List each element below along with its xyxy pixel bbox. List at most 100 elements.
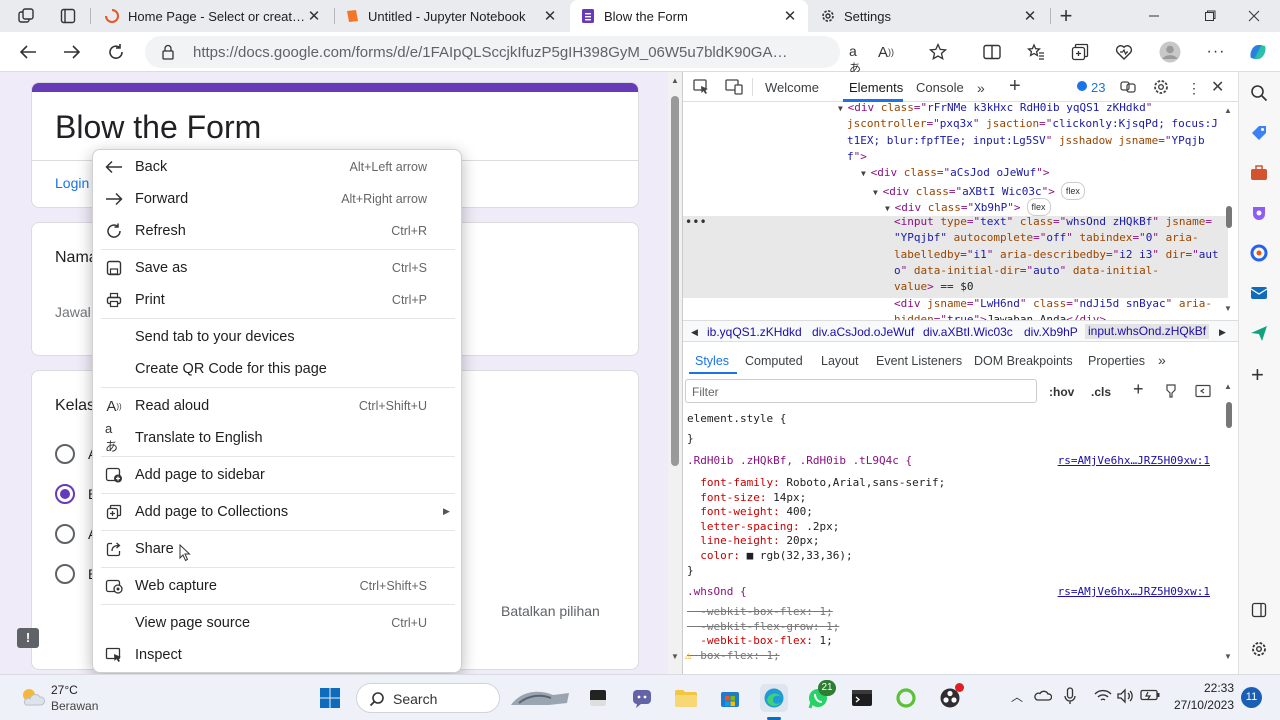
- url-text[interactable]: https://docs.google.com/forms/d/e/1FAIpQ…: [193, 44, 793, 61]
- expand-arrow-icon[interactable]: ▼: [885, 204, 895, 213]
- menu-item-send-tab[interactable]: Send tab to your devices: [93, 322, 463, 352]
- dom-node-line[interactable]: "YPqjbf" autocomplete="off" tabindex="0"…: [894, 230, 1199, 246]
- clock-date[interactable]: 27/10/2023: [1162, 698, 1234, 712]
- maximize-button[interactable]: [1196, 2, 1224, 30]
- css-line[interactable]: -webkit-box-flex: 1;: [687, 605, 832, 620]
- back-button[interactable]: [14, 38, 42, 66]
- menu-item-view-source[interactable]: View page source Ctrl+U: [93, 608, 463, 638]
- css-line[interactable]: }: [687, 432, 694, 447]
- menu-item-read-aloud[interactable]: A)) Read aloud Ctrl+Shift+U: [93, 391, 463, 421]
- shopping-tag-icon[interactable]: [1250, 124, 1268, 142]
- teams-chat-icon[interactable]: [628, 684, 656, 712]
- tab-elements[interactable]: Elements: [849, 80, 903, 95]
- css-line[interactable]: letter-spacing: .2px;: [687, 520, 839, 535]
- expand-arrow-icon[interactable]: ▼: [838, 104, 848, 113]
- close-icon[interactable]: ✕: [782, 7, 798, 25]
- dom-node-line[interactable]: labelledby="i1" aria-describedby="i2 i3"…: [894, 247, 1219, 263]
- node-ellipsis-icon[interactable]: •••: [685, 214, 707, 230]
- menu-item-web-capture[interactable]: Web capture Ctrl+Shift+S: [93, 571, 463, 601]
- menu-item-save-as[interactable]: Save as Ctrl+S: [93, 253, 463, 283]
- minimize-button[interactable]: [1140, 2, 1168, 30]
- tab-computed[interactable]: Computed: [745, 354, 803, 368]
- lock-icon[interactable]: [161, 44, 175, 60]
- clock-time[interactable]: 22:33: [1174, 681, 1234, 695]
- menu-item-qr-code[interactable]: Create QR Code for this page: [93, 354, 463, 384]
- tab-welcome[interactable]: Welcome: [765, 80, 819, 95]
- wifi-icon[interactable]: [1094, 689, 1112, 703]
- tools-icon[interactable]: [1250, 164, 1268, 182]
- radio-option[interactable]: [55, 564, 75, 584]
- outlook-icon[interactable]: [1250, 284, 1268, 302]
- workspaces-icon[interactable]: [12, 2, 40, 30]
- notification-count[interactable]: 11: [1241, 687, 1262, 708]
- css-line[interactable]: color: ■ rgb(32,33,36);: [687, 549, 852, 564]
- menu-item-add-to-collections[interactable]: Add page to Collections ▶: [93, 497, 463, 527]
- microsoft-365-icon[interactable]: [1250, 244, 1268, 262]
- css-line[interactable]: box-flex: 1;: [687, 649, 780, 664]
- sidebar-settings-icon[interactable]: [1250, 640, 1268, 658]
- element-state-icon[interactable]: [1165, 384, 1177, 398]
- inspect-element-icon[interactable]: [693, 79, 709, 95]
- dom-node-line[interactable]: <div jsname="LwH6nd" class="ndJi5d snBya…: [894, 296, 1212, 312]
- dom-node-line[interactable]: f">: [847, 149, 867, 165]
- login-link[interactable]: Login: [55, 175, 89, 191]
- css-line[interactable]: font-weight: 400;: [687, 505, 813, 520]
- device-emulation-icon[interactable]: [725, 79, 743, 95]
- tab-home-page[interactable]: Home Page - Select or create a n ✕: [94, 0, 332, 32]
- tab-settings[interactable]: Settings ✕: [810, 0, 1048, 32]
- menu-item-inspect[interactable]: Inspect: [93, 640, 463, 670]
- clear-selection-button[interactable]: Batalkan pilihan: [501, 603, 600, 619]
- menu-item-back[interactable]: Back Alt+Left arrow: [93, 152, 463, 182]
- close-icon[interactable]: ✕: [1022, 7, 1038, 25]
- devtools-settings-icon[interactable]: [1152, 78, 1170, 96]
- taskbar-search[interactable]: Search: [356, 683, 500, 713]
- tab-properties[interactable]: Properties: [1088, 354, 1145, 368]
- weather-icon[interactable]: [18, 685, 46, 709]
- copilot-icon[interactable]: [1244, 38, 1272, 66]
- search-icon[interactable]: [1250, 84, 1268, 102]
- terminal-icon[interactable]: [848, 684, 876, 712]
- css-line[interactable]: -webkit-box-flex: 1;: [687, 634, 832, 649]
- dom-node-line[interactable]: t1EX; blur:fpfTEe; input:Lg5SV" jsshadow…: [847, 133, 1205, 149]
- forward-button[interactable]: [58, 38, 86, 66]
- weather-temp[interactable]: 27°C: [51, 683, 78, 697]
- new-tab-button[interactable]: +: [1052, 2, 1080, 30]
- scroll-up-icon[interactable]: ▲: [671, 76, 679, 85]
- devtools-more-icon[interactable]: ⋮: [1187, 80, 1201, 97]
- new-rule-icon[interactable]: +: [1133, 379, 1144, 400]
- dom-node-line[interactable]: jscontroller="pxq3x" jsaction="clickonly…: [847, 116, 1218, 132]
- css-line[interactable]: font-family: Roboto,Arial,sans-serif;: [687, 476, 945, 491]
- css-line[interactable]: .whsOnd {: [687, 585, 747, 600]
- dom-node-line[interactable]: o" data-initial-dir="auto" data-initial-: [894, 263, 1159, 279]
- breadcrumb-item[interactable]: div.aCsJod.oJeWuf: [812, 325, 914, 339]
- expand-arrow-icon[interactable]: ▼: [873, 188, 883, 197]
- dom-node-line[interactable]: hidden="true">Jawaban Anda</div>: [894, 312, 1106, 320]
- scroll-thumb[interactable]: [1226, 206, 1232, 228]
- breadcrumb-item-active[interactable]: input.whsOnd.zHQkBf: [1085, 324, 1210, 339]
- css-line[interactable]: element.style {: [687, 412, 786, 427]
- css-line[interactable]: font-size: 14px;: [687, 491, 806, 506]
- dom-node-line[interactable]: ▼ <div class="rFrNMe k3kHxc RdH0ib yqQS1…: [838, 102, 1152, 117]
- menu-item-print[interactable]: Print Ctrl+P: [93, 285, 463, 315]
- microphone-icon[interactable]: [1064, 687, 1076, 705]
- menu-item-share[interactable]: Share: [93, 534, 463, 564]
- devtools-scrollbar[interactable]: ▲ ▼ ▲ ▼: [1220, 72, 1238, 674]
- dom-node-line[interactable]: value> == $0: [894, 279, 974, 295]
- collections-icon[interactable]: [1066, 38, 1094, 66]
- hide-sidebar-icon[interactable]: [1251, 602, 1267, 618]
- refresh-button[interactable]: [102, 38, 130, 66]
- css-line[interactable]: -webkit-flex-grow: 1;: [687, 620, 839, 635]
- more-tabs-icon[interactable]: »: [977, 80, 985, 96]
- expand-arrow-icon[interactable]: ▼: [861, 169, 871, 178]
- scroll-thumb[interactable]: [1226, 402, 1232, 428]
- dom-node-line[interactable]: ▼ <div class="aCsJod oJeWuf">: [861, 165, 1049, 182]
- show-hidden-icons[interactable]: ︿: [1011, 688, 1023, 705]
- radio-option-selected[interactable]: [55, 484, 75, 504]
- dom-tree[interactable]: ••• ▼ <div class="rFrNMe k3kHxc RdH0ib y…: [683, 102, 1228, 320]
- feedback-icon[interactable]: !: [17, 628, 39, 648]
- scroll-down-icon[interactable]: ▼: [671, 652, 679, 661]
- page-scrollbar[interactable]: ▲ ▼: [668, 72, 682, 674]
- search-highlight-icon[interactable]: [508, 684, 572, 712]
- start-button[interactable]: [316, 684, 344, 712]
- split-screen-icon[interactable]: [978, 38, 1006, 66]
